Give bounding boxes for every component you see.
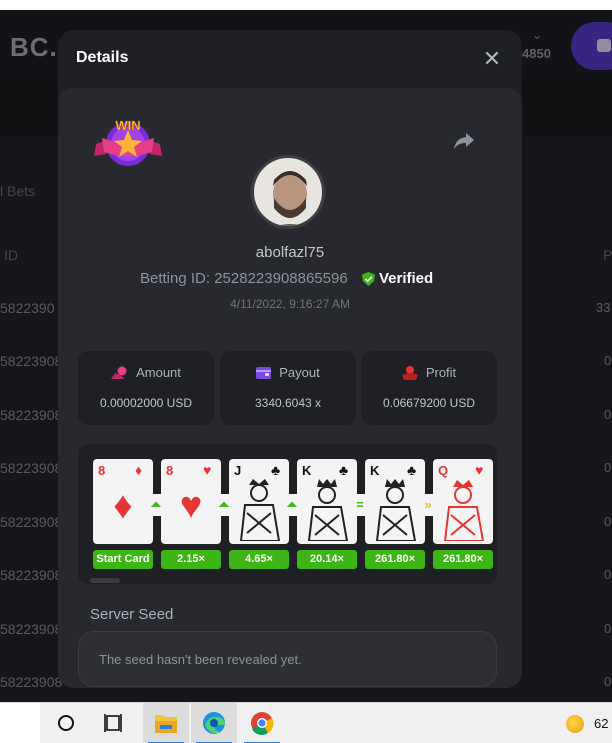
playing-card: K ♣ xyxy=(365,459,425,544)
edge-icon[interactable] xyxy=(191,703,237,743)
coin-tray-icon[interactable] xyxy=(566,715,584,733)
verified-label: Verified xyxy=(379,270,434,287)
stat-payout-label: Payout xyxy=(279,365,320,380)
playing-card: K ♣ xyxy=(297,459,357,544)
jack-face-icon xyxy=(239,479,281,541)
card-rank: K xyxy=(302,463,312,478)
verified-badge: Verified xyxy=(362,270,433,287)
shield-check-icon xyxy=(362,271,375,286)
stat-amount-label: Amount xyxy=(136,365,181,380)
higher-arrow-icon: ⏶ xyxy=(214,494,234,516)
modal-title: Details xyxy=(76,49,129,66)
server-seed-label: Server Seed xyxy=(90,606,174,623)
king-face-icon xyxy=(375,479,417,541)
king-face-icon xyxy=(307,479,349,541)
card-suit-small: ♥ xyxy=(475,462,484,478)
card-suit-small: ♣ xyxy=(407,462,417,478)
task-view-icon[interactable] xyxy=(91,703,137,743)
stat-amount: Amount 0.00002000 USD xyxy=(78,351,214,425)
coins-icon xyxy=(111,366,127,379)
multiplier-label: 4.65× xyxy=(229,550,289,569)
card-suit-large: ♥ xyxy=(179,485,203,527)
queen-face-icon xyxy=(443,480,485,541)
equal-icon: = xyxy=(350,494,370,516)
card-rank: J xyxy=(234,463,242,478)
multiplier-label: Start Card xyxy=(93,550,153,569)
stat-profit: Profit 0.06679200 USD xyxy=(361,351,497,425)
betting-id: Betting ID: 2528223908865596 xyxy=(140,270,348,287)
playing-card: Q ♥ xyxy=(433,459,493,544)
card-rank: 8 xyxy=(166,463,174,478)
stat-profit-value: 0.06679200 USD xyxy=(382,396,476,410)
avatar xyxy=(251,155,325,229)
server-seed-value: The seed hasn't been revealed yet. xyxy=(99,652,302,667)
badge-text: WIN xyxy=(115,118,140,133)
chrome-icon[interactable] xyxy=(239,703,285,743)
multiplier-label: 20.14× xyxy=(297,550,357,569)
card-rank: Q xyxy=(438,463,449,478)
stat-amount-value: 0.00002000 USD xyxy=(99,396,193,410)
playing-card: 8 ♥ ♥ xyxy=(161,459,221,544)
horizontal-scrollbar[interactable] xyxy=(90,578,120,583)
card-suit-small: ♣ xyxy=(339,462,349,478)
tray-text: 62 xyxy=(594,716,609,731)
cards-history[interactable]: 8 ♦ ♦ 8 ♥ ♥ J ♣ K ♣ K ♣ Q ♥ ⏶ ⏶ ⏶ = » St… xyxy=(78,444,497,584)
wallet-icon xyxy=(256,366,272,379)
multiplier-label: 261.80× xyxy=(433,550,493,569)
file-explorer-icon[interactable] xyxy=(143,703,189,743)
taskbar-search-area[interactable] xyxy=(0,703,40,743)
card-suit-small: ♦ xyxy=(135,462,143,478)
bet-details-modal: Details ✕ WIN abolfazl75 Betting ID: 252… xyxy=(58,30,522,688)
skip-icon: » xyxy=(418,494,438,516)
close-icon[interactable]: ✕ xyxy=(482,47,502,71)
playing-card: J ♣ xyxy=(229,459,289,544)
multiplier-label: 2.15× xyxy=(161,550,221,569)
username[interactable]: abolfazl75 xyxy=(58,244,522,261)
playing-card: 8 ♦ ♦ xyxy=(93,459,153,544)
stat-payout: Payout 3340.6043 x xyxy=(220,351,356,425)
bet-timestamp: 4/11/2022, 9:16:27 AM xyxy=(230,297,350,311)
card-rank: K xyxy=(370,463,380,478)
multiplier-label: 261.80× xyxy=(365,550,425,569)
stat-payout-value: 3340.6043 x xyxy=(254,396,322,410)
profit-icon xyxy=(401,365,418,380)
cortana-circle-icon[interactable] xyxy=(43,703,89,743)
card-suit-small: ♣ xyxy=(271,462,281,478)
card-rank: 8 xyxy=(98,463,106,478)
higher-arrow-icon: ⏶ xyxy=(146,494,166,516)
share-icon[interactable] xyxy=(452,130,476,152)
stat-profit-label: Profit xyxy=(425,365,457,380)
server-seed-field[interactable]: The seed hasn't been revealed yet. xyxy=(78,631,497,687)
win-badge-icon: WIN xyxy=(94,118,162,166)
higher-arrow-icon: ⏶ xyxy=(282,494,302,516)
windows-taskbar: 62 xyxy=(0,702,612,743)
card-suit-small: ♥ xyxy=(203,462,212,478)
card-suit-large: ♦ xyxy=(113,485,133,527)
